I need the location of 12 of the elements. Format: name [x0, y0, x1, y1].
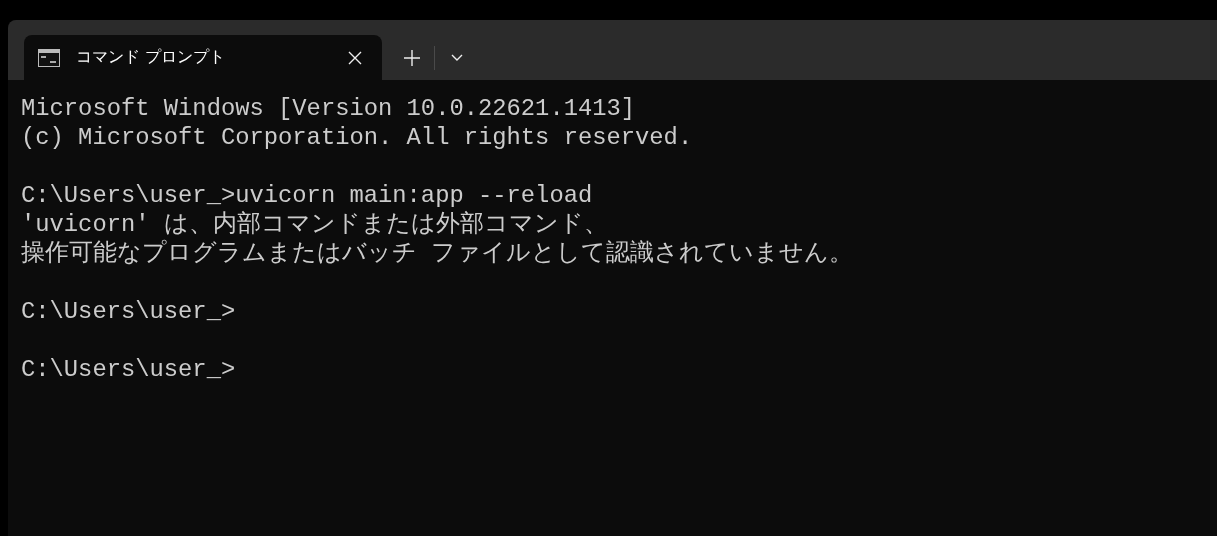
terminal-line: (c) Microsoft Corporation. All rights reserved. — [21, 123, 693, 152]
tab-title: コマンド プロンプト — [76, 47, 227, 68]
terminal-icon — [38, 48, 60, 67]
chevron-down-icon[interactable] — [451, 53, 463, 62]
terminal-line: C:\Users\user_> — [21, 297, 236, 326]
tab[interactable]: コマンド プロンプト — [24, 35, 382, 80]
terminal-line: C:\Users\user_>uvicorn main:app --reload — [21, 181, 593, 210]
terminal-line: 'uvicorn' は、内部コマンドまたは外部コマンド、 — [21, 210, 608, 239]
terminal-line: 操作可能なプログラムまたはバッチ ファイルとして認識されていません。 — [21, 239, 854, 268]
terminal-line: Microsoft Windows [Version 10.0.22621.1413] — [21, 94, 636, 123]
terminal-line: C:\Users\user_> — [21, 355, 236, 384]
plus-icon[interactable] — [404, 49, 420, 66]
